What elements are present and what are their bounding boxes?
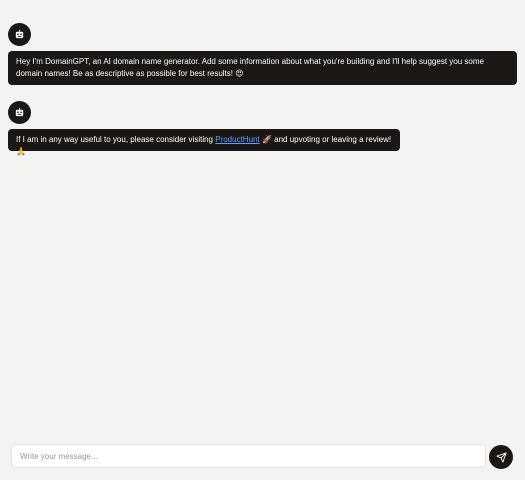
send-icon xyxy=(495,451,507,463)
rocket-emoji-icon: 🚀 xyxy=(261,135,272,144)
robot-icon xyxy=(15,29,24,39)
message-input[interactable] xyxy=(12,445,485,467)
message-text-after-link: and upvoting or leaving a review! xyxy=(274,135,392,144)
message-text: Hey I'm DomainGPT, an AI domain name gen… xyxy=(16,57,484,78)
smile-hearts-emoji-icon: 😍 xyxy=(235,69,244,78)
chat-message-bubble: Hey I'm DomainGPT, an AI domain name gen… xyxy=(8,51,517,85)
bot-avatar xyxy=(8,23,31,46)
send-button[interactable] xyxy=(489,445,513,469)
bot-avatar xyxy=(8,101,31,124)
message-text-before-link: If I am in any way useful to you, please… xyxy=(16,135,213,144)
chat-message-bubble: If I am in any way useful to you, please… xyxy=(8,129,400,156)
robot-icon xyxy=(15,107,24,117)
message-composer xyxy=(11,444,486,468)
pray-emoji-icon: 🙏 xyxy=(16,147,26,156)
producthunt-link[interactable]: ProductHunt xyxy=(215,135,259,144)
